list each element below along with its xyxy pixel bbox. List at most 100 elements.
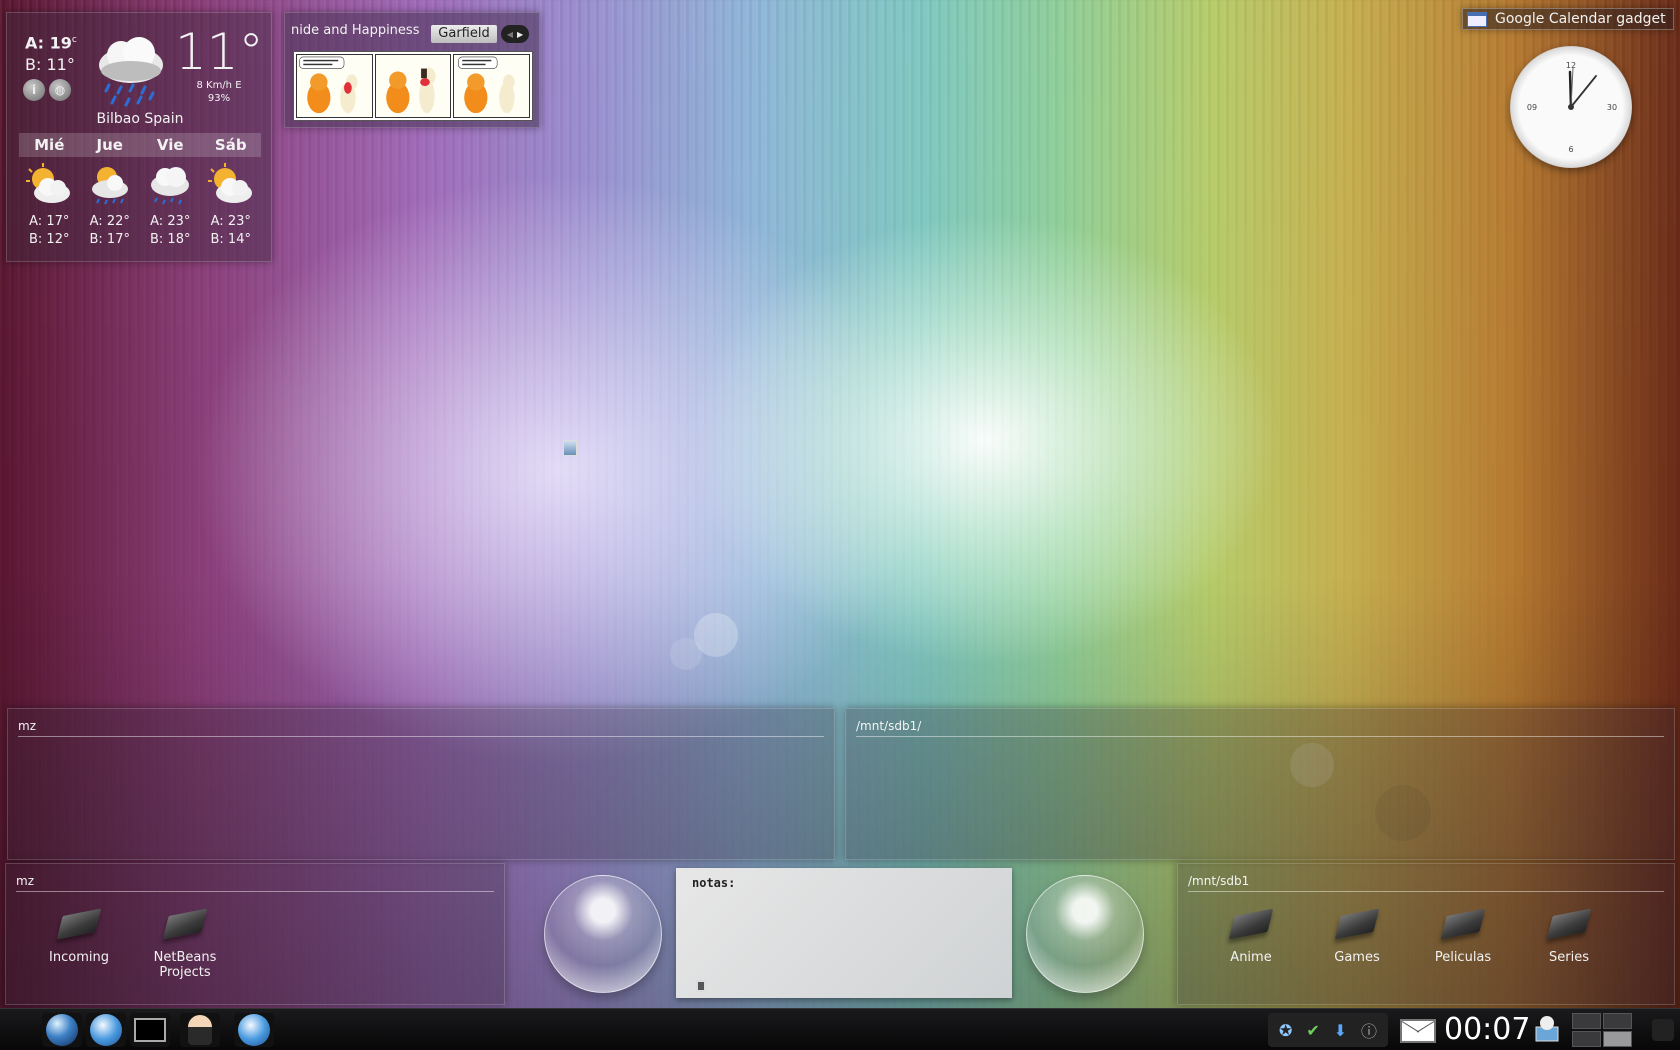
svg-text:09: 09 xyxy=(1527,103,1537,112)
info-icon[interactable]: ⓘ xyxy=(1361,1018,1377,1042)
forecast: Mié Jue Vie Sáb A: 17° B: 12° A: 22° B: 17… xyxy=(19,133,261,249)
folder-item[interactable]: Games xyxy=(1304,906,1410,965)
note-format-icon[interactable] xyxy=(696,980,706,992)
forecast-day: Vie xyxy=(156,136,184,154)
forecast-day: Jue xyxy=(96,136,123,154)
partly-cloudy-icon xyxy=(201,163,262,211)
task-user[interactable] xyxy=(180,1013,220,1047)
humidity: 93% xyxy=(207,93,231,104)
note-label: notas: xyxy=(692,876,736,890)
folder-view-mz-icons: mz Incoming NetBeans Projects xyxy=(5,863,505,1005)
digital-clock[interactable]: 00:07 xyxy=(1444,1009,1530,1050)
browser-icon xyxy=(90,1014,122,1046)
folder-item[interactable]: Anime xyxy=(1198,906,1304,965)
bubble-monitor[interactable] xyxy=(1026,875,1144,993)
folder-view-title: /mnt/sdb1/ xyxy=(856,719,922,733)
comic-panel xyxy=(374,54,452,118)
system-tray: ✪ ✔ ⬇ ⓘ xyxy=(1268,1013,1388,1047)
today-high: A: 19 xyxy=(25,33,72,53)
user-icon xyxy=(188,1015,212,1045)
comic-nav-arrows[interactable]: ◀ ▶ xyxy=(501,25,529,43)
folder-label: Series xyxy=(1549,950,1589,965)
screen-icon xyxy=(134,1018,166,1042)
task-browser[interactable] xyxy=(86,1013,126,1047)
task-browser-2[interactable] xyxy=(234,1013,274,1047)
network-icon[interactable]: ✪ xyxy=(1279,1021,1292,1040)
prev-arrow-icon[interactable]: ◀ xyxy=(507,30,513,39)
rain-cloud-icon xyxy=(95,33,167,113)
folder-label: NetBeans Projects xyxy=(153,950,217,980)
download-icon[interactable]: ⬇ xyxy=(1334,1021,1347,1040)
analog-clock: 12 30 6 09 xyxy=(1510,46,1632,168)
google-calendar-gadget[interactable]: Google Calendar gadget xyxy=(1462,8,1674,30)
forecast-day: Mié xyxy=(34,136,65,154)
svg-text:30: 30 xyxy=(1607,103,1617,112)
calendar-icon xyxy=(1467,11,1487,27)
next-arrow-icon[interactable]: ▶ xyxy=(517,30,523,39)
info-icon[interactable]: i xyxy=(23,79,45,101)
folder-view-title: /mnt/sdb1 xyxy=(1188,874,1250,888)
folder-item[interactable]: Series xyxy=(1516,906,1622,965)
kde-globe-icon xyxy=(46,1014,78,1046)
desktop-pager[interactable] xyxy=(1572,1013,1632,1047)
folder-icon xyxy=(161,906,209,944)
gadget-label: Google Calendar gadget xyxy=(1495,11,1666,27)
cloud-rain-icon xyxy=(140,163,201,211)
globe-icon[interactable]: ◍ xyxy=(49,79,71,101)
mail-icon[interactable] xyxy=(1400,1019,1436,1043)
desktop-icon[interactable] xyxy=(563,440,577,456)
folder-view-sdb1[interactable]: /mnt/sdb1/ xyxy=(845,708,1675,860)
svg-text:6: 6 xyxy=(1568,145,1573,154)
folder-view-sdb1-icons: /mnt/sdb1 Anime Games Peliculas Series xyxy=(1177,863,1675,1005)
device-notifier-icon[interactable] xyxy=(1530,1013,1564,1047)
comic-panel xyxy=(453,54,531,118)
forecast-high: A: 23° xyxy=(210,214,251,229)
forecast-low: B: 17° xyxy=(89,232,130,247)
pager-desktop[interactable] xyxy=(1603,1013,1632,1029)
folder-icon xyxy=(1333,906,1381,944)
folder-icon xyxy=(1439,906,1487,944)
folder-icon xyxy=(55,906,103,944)
partly-cloudy-icon xyxy=(19,163,80,211)
wind-humidity: 8 Km/h E 93% xyxy=(189,79,249,105)
update-icon[interactable]: ✔ xyxy=(1306,1021,1319,1040)
wind-speed: 8 Km/h E xyxy=(196,80,242,91)
folder-item[interactable]: Incoming xyxy=(26,906,132,980)
folder-view-mz[interactable]: mz xyxy=(7,708,835,860)
today-high-low: A: 19c B: 11° xyxy=(25,29,77,76)
sun-rain-icon xyxy=(80,163,141,211)
pager-desktop[interactable] xyxy=(1572,1031,1601,1047)
forecast-low: B: 18° xyxy=(150,232,191,247)
forecast-day: Sáb xyxy=(214,136,247,154)
weather-location: Bilbao Spain xyxy=(96,111,184,127)
svg-text:12: 12 xyxy=(1566,61,1576,70)
folder-item[interactable]: Peliculas xyxy=(1410,906,1516,965)
bubble-monitor[interactable] xyxy=(544,875,662,993)
comic-widget: nide and Happiness Garfield ◀ ▶ xyxy=(284,12,540,128)
browser-icon xyxy=(238,1014,270,1046)
temp-unit: c xyxy=(71,35,77,45)
today-low: B: 11° xyxy=(25,55,75,75)
current-temperature: 11° xyxy=(175,23,264,81)
folder-label: Games xyxy=(1334,950,1380,965)
folder-label: Anime xyxy=(1230,950,1272,965)
comic-strip[interactable] xyxy=(293,51,533,121)
comic-selector[interactable]: Garfield xyxy=(431,25,497,43)
forecast-low: B: 14° xyxy=(210,232,251,247)
kickoff-launcher[interactable] xyxy=(42,1013,82,1047)
pager-desktop[interactable] xyxy=(1572,1013,1601,1029)
note-widget[interactable]: notas: xyxy=(676,868,1012,998)
forecast-high: A: 17° xyxy=(29,214,70,229)
comic-panel xyxy=(296,54,373,118)
pager-desktop[interactable] xyxy=(1603,1031,1632,1047)
comic-title: nide and Happiness xyxy=(291,23,420,38)
folder-icon xyxy=(1545,906,1593,944)
folder-label: Incoming xyxy=(49,950,109,965)
panel-toolbox-icon[interactable] xyxy=(1652,1019,1674,1041)
weather-widget: A: 19c B: 11° 11° 8 Km/h E 93% i ◍ Bilba… xyxy=(6,12,272,262)
taskbar: ✪ ✔ ⬇ ⓘ 00:07 xyxy=(0,1008,1680,1050)
folder-item[interactable]: NetBeans Projects xyxy=(132,906,238,980)
folder-view-title: mz xyxy=(18,719,36,733)
forecast-low: B: 12° xyxy=(29,232,70,247)
task-window[interactable] xyxy=(130,1013,170,1047)
